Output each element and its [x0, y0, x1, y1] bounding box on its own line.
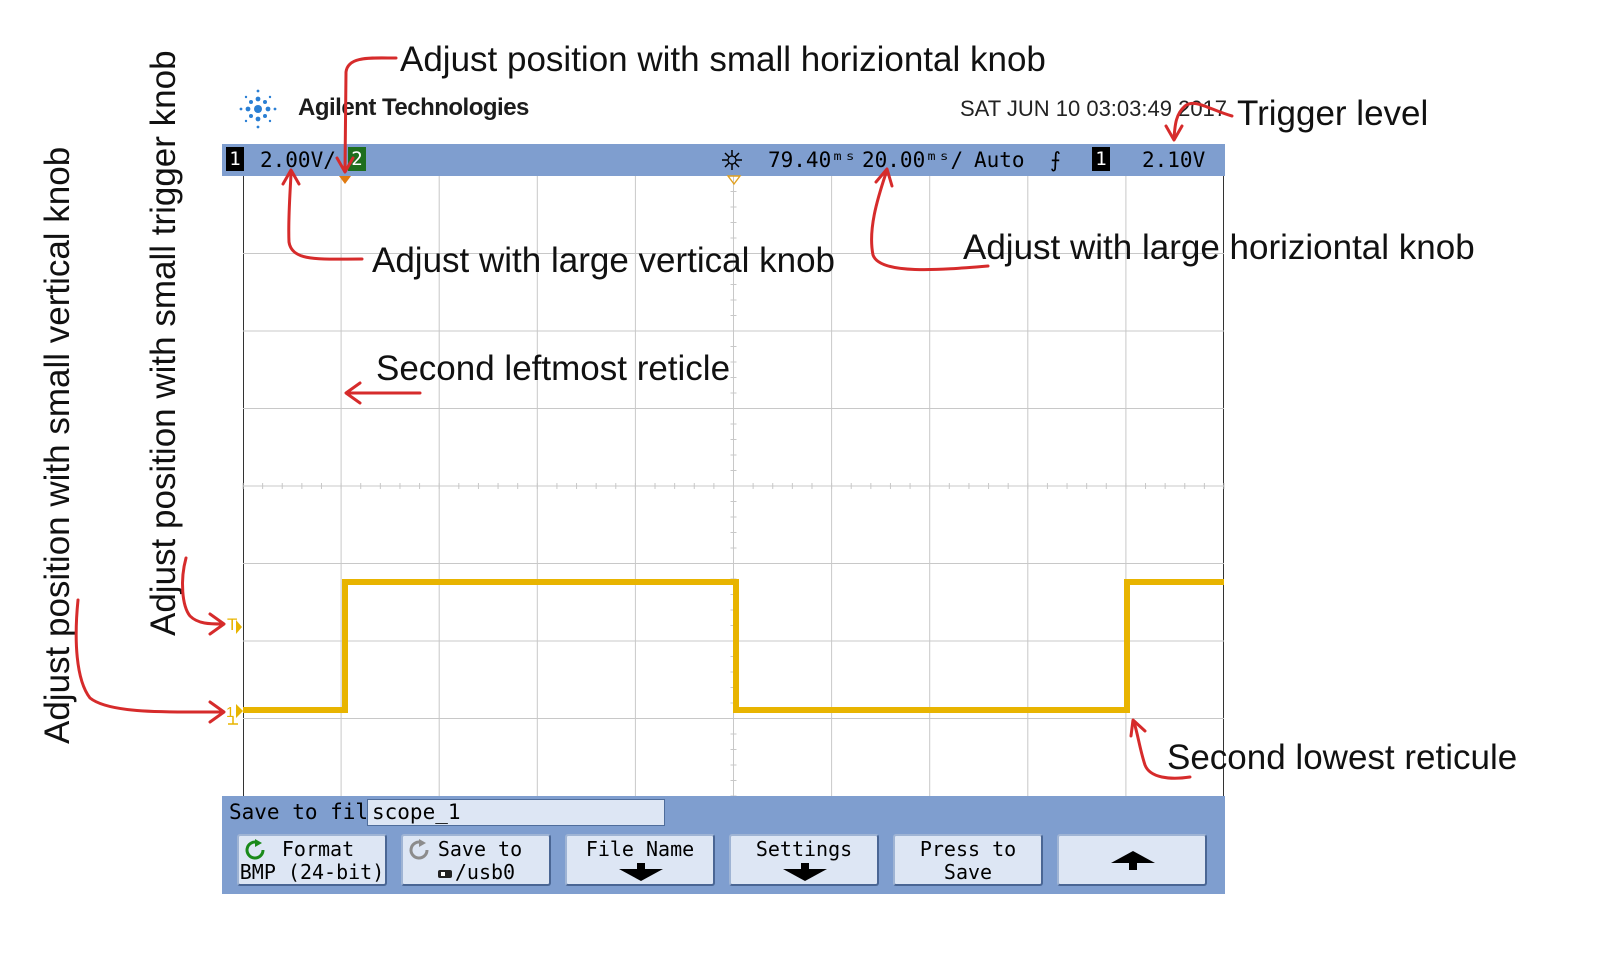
- arrow-vertical-scale: [287, 172, 364, 261]
- arrow-trigger-level: [1172, 101, 1234, 140]
- arrow-horizontal-scale: [870, 171, 990, 272]
- arrow-vertical-position: [74, 598, 224, 714]
- arrow-horizontal-position: [343, 56, 398, 172]
- annotation-arrows: [74, 56, 1234, 780]
- arrow-trigger-position: [181, 556, 224, 626]
